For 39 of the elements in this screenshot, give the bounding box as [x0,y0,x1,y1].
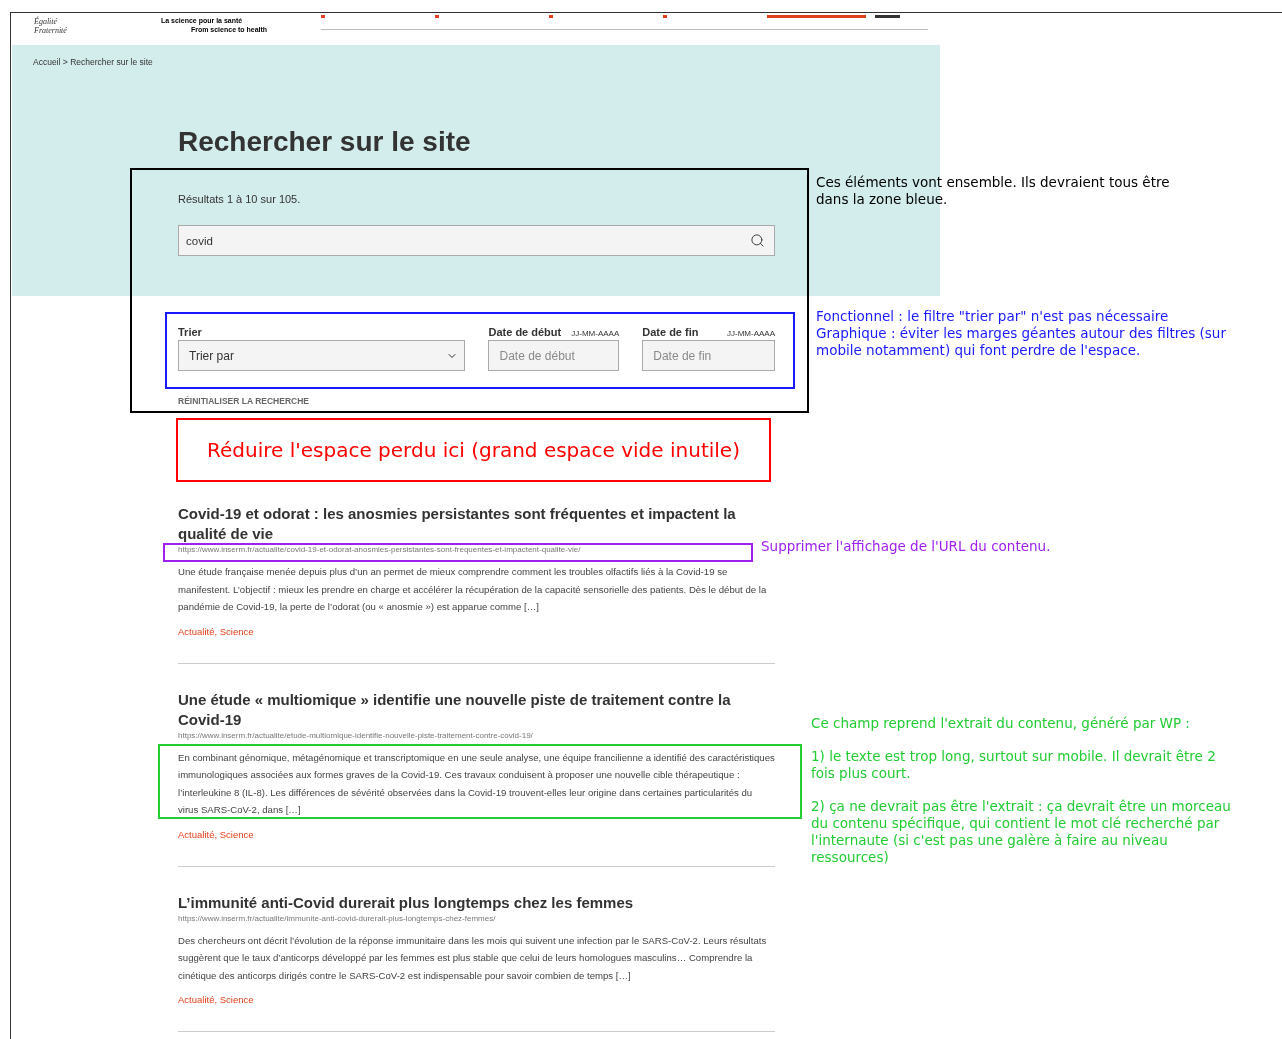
annotation-note: Ces éléments vont ensemble. Ils devraient tous être dans la zone bleue. [816,174,1171,208]
filter-label: Date de fin [642,326,699,338]
annotation-note: Supprimer l'affichage de l'URL du contenu. [761,538,1052,555]
result-excerpt: Une étude française menée depuis plus d’un an permet de mieux comprendre comment les troubles olfactifs liés à la Covid-19 se manifestent. L’objectif : mieux les prendre en charge et accélérer la récupération de la capacité sensorielle des patients. Dès le début de la pandémie de Covid-19, la perte de l’odorat (ou « anosmie ») est apparue comme […] [178,565,768,614]
result-title[interactable]: L’immunité anti-Covid durerait plus longtemps chez les femmes [178,892,775,913]
motto-text: Fraternité [34,26,67,35]
filter-label: Date de début [488,326,562,338]
motto-text: Égalité [34,17,59,26]
annotation-text: Réduire l'espace perdu ici (grand espace vide inutile) [207,438,740,462]
nav-bar [875,15,901,18]
search-field[interactable]: covid [178,225,775,256]
nav-marker [321,15,326,18]
annotation-note: Graphique : éviter les marges géantes autour des filtres (sur mobile notamment) qui font perdre de l'espace. [816,325,1227,359]
result-categories[interactable]: Actualité, Science [178,625,254,637]
results-count: Résultats 1 à 10 sur 105. [178,193,302,205]
reset-search-link[interactable]: RÉINITIALISER LA RECHERCHE [178,396,309,406]
search-icon[interactable] [750,233,765,248]
breadcrumb-separator: > [61,57,69,67]
annotation-note: Fonctionnel : le filtre "trier par" n'est pas nécessaire [816,308,1170,325]
result-categories[interactable]: Actualité, Science [178,828,254,840]
result-categories[interactable]: Actualité, Science [178,994,254,1005]
result-url: https://www.inserm.fr/actualite/immunite-anti-covid-durerait-plus-longtemps-chez-femmes/ [178,913,497,923]
result-excerpt: Des chercheurs ont décrit l’évolution de la réponse immunitaire dans les mois qui suivent une infection par le SARS-CoV-2. Leurs résultats suggèrent que le taux d’anticorps développé par les femmes est plus stable que celui de leurs homologues masculins… Comprendre la cinétique des anticorps dirigés contre le SARS-CoV-2 est indispensable pour savoir combien de temps […] [178,933,768,983]
breadcrumb-link[interactable]: Rechercher sur le site [70,57,153,67]
result-url: https://www.inserm.fr/actualite/etude-multiomique-identifie-nouvelle-piste-traitement-contre-covid-19/ [178,730,534,740]
date-format-hint: JJ-MM-AAAA [571,329,620,338]
annotation-note: 2) ça ne devrait pas être l'extrait : ça devrait être un morceau du contenu spécifique, qui contient le mot clé recherché par l'internaute (si c'est pas une galère à faire au niveau ressources) [811,798,1231,866]
date-format-hint: JJ-MM-AAAA [727,329,775,338]
filter-label: Trier [178,326,202,338]
annotation-note: Ce champ reprend l'extrait du contenu, généré par WP : [811,715,1191,732]
nav-marker [435,15,440,18]
annotation-note: 1) le texte est trop long, surtout sur mobile. Il devrait être 2 fois plus court. [811,748,1217,782]
nav-marker [549,15,554,18]
sort-dropdown[interactable]: Trier par [178,340,466,371]
nav-marker [663,15,668,18]
result-title[interactable]: Une étude « multiomique » identifie une nouvelle piste de traitement contre la Covid-19 [178,689,775,730]
result-excerpt: En combinant génomique, métagénomique et transcriptomique en une seule analyse, une équipe francilienne a identifié des caractéristiques immunologiques associées aux formes graves de la Covid-19. Ces travaux conduisent à proposer une nouvelle cible thérapeutique : l’interleukine 8 (IL-8). Les différences de sévérité observées dans la Covid-19 trouvent-elles leur origine dans certaines particularités du virus SARS-CoV-2, dans […] [178,750,775,817]
page-title: Rechercher sur le site [178,125,472,159]
breadcrumb-link[interactable]: Accueil [33,57,61,67]
